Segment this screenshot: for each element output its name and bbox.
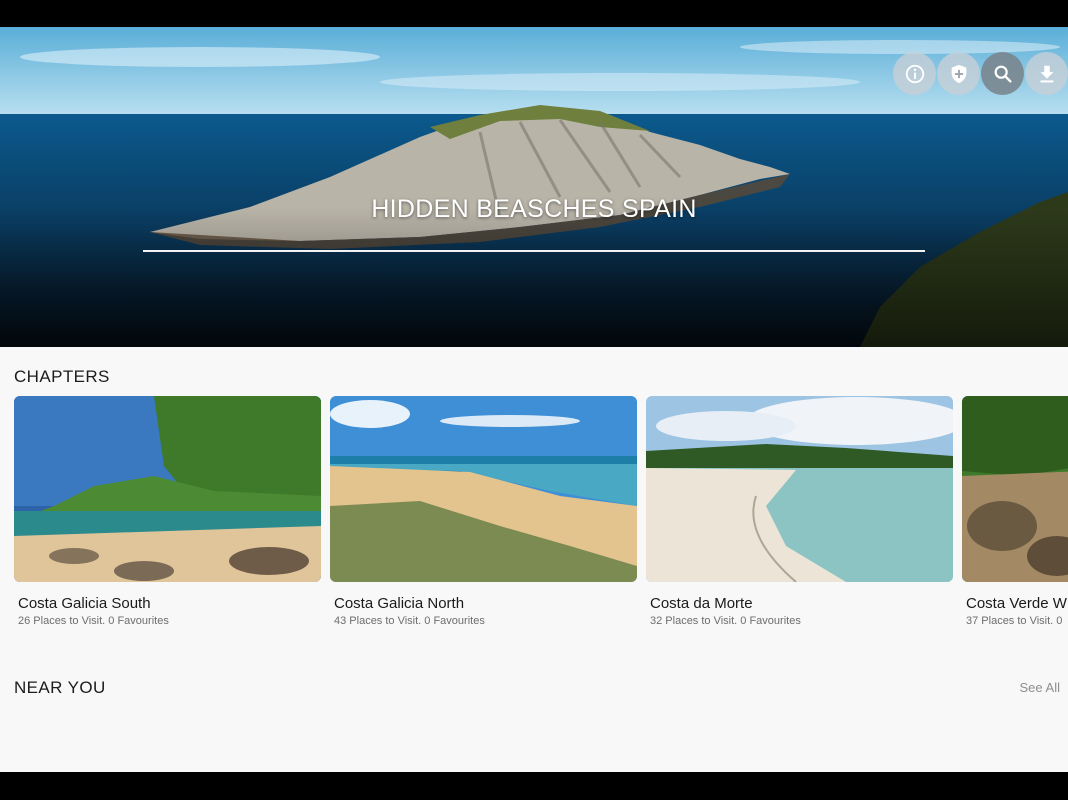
see-all-link[interactable]: See All (1020, 680, 1060, 695)
chapter-name: Costa Galicia North (334, 595, 465, 612)
bottom-bar (0, 772, 1068, 800)
hero-divider (143, 250, 925, 252)
near-you-heading: NEAR YOU (14, 678, 106, 697)
chapter-meta: 43 Places to Visit. 0 Favourites (334, 615, 485, 627)
chapter-card[interactable]: Costa Galicia South 26 Places to Visit. … (14, 396, 321, 627)
chapter-thumbnail (330, 396, 637, 582)
chapters-heading: CHAPTERS (14, 367, 110, 386)
status-bar (0, 0, 1068, 27)
chapter-thumbnail (646, 396, 953, 582)
chapter-card[interactable]: Costa Verde W 37 Places to Visit. 0 (962, 396, 1068, 627)
chapter-card[interactable]: Costa da Morte 32 Places to Visit. 0 Fav… (646, 396, 953, 627)
download-icon (1040, 65, 1053, 82)
chapter-name: Costa da Morte (650, 595, 753, 612)
chapter-card[interactable]: Costa Galicia North 43 Places to Visit. … (330, 396, 637, 627)
download-button[interactable] (1025, 52, 1068, 95)
chapter-name: Costa Verde W (966, 595, 1067, 612)
privacy-button[interactable] (937, 52, 980, 95)
chapter-name: Costa Galicia South (18, 595, 151, 612)
chapter-meta: 32 Places to Visit. 0 Favourites (650, 615, 801, 627)
search-button[interactable] (981, 52, 1024, 95)
chapter-meta: 37 Places to Visit. 0 (966, 615, 1063, 627)
hero-banner: HIDDEN BEASCHES SPAIN (0, 27, 1068, 347)
hero-title: HIDDEN BEASCHES SPAIN (371, 195, 697, 223)
search-icon (994, 65, 1012, 83)
info-icon (905, 64, 924, 83)
info-button[interactable] (893, 52, 936, 95)
chapter-meta: 26 Places to Visit. 0 Favourites (18, 615, 169, 627)
shield-plus-icon (951, 64, 966, 83)
chapter-thumbnail (962, 396, 1068, 582)
app-screen: HIDDEN BEASCHES SPAIN CHAPTERS Costa Gal… (0, 27, 1068, 772)
hero-action-bar (893, 52, 1068, 95)
chapters-carousel[interactable]: Costa Galicia South 26 Places to Visit. … (14, 396, 1068, 636)
chapter-thumbnail (14, 396, 321, 582)
